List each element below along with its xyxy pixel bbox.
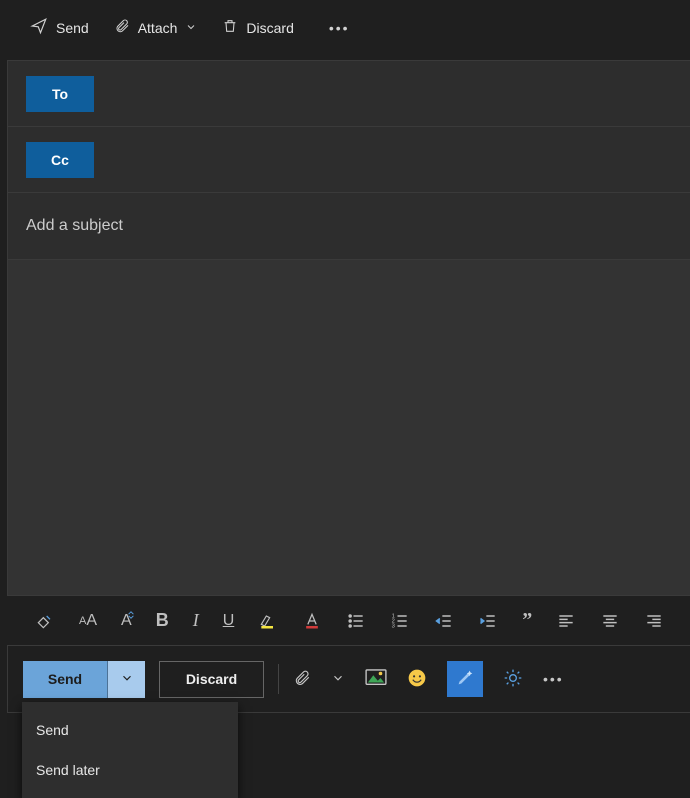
font-style-case-button[interactable]: A [121,612,132,630]
attach-button-top[interactable]: Attach [114,17,198,38]
to-row[interactable]: To [8,61,690,127]
send-label: Send [48,671,82,687]
highlight-color-button[interactable] [258,611,278,631]
picture-icon [365,669,387,690]
format-painter-button[interactable] [35,611,55,631]
send-button-top[interactable]: Send [30,17,89,38]
send-icon [30,17,48,38]
more-actions-button[interactable]: ••• [543,671,564,687]
send-menu-item-send-later[interactable]: Send later [22,750,238,790]
send-label-top: Send [56,20,89,36]
send-menu-label: Send [36,722,69,738]
brightness-button[interactable] [503,668,523,691]
to-button[interactable]: To [26,76,94,112]
font-color-button[interactable] [302,611,322,631]
subject-input[interactable] [26,217,672,235]
send-button[interactable]: Send [23,661,107,698]
discard-label: Discard [186,671,237,687]
smiley-icon [407,668,427,691]
more-actions-top[interactable]: ••• [329,20,350,36]
cc-button[interactable]: Cc [26,142,94,178]
divider [278,664,279,694]
bold-button[interactable]: B [156,610,169,631]
send-later-menu-label: Send later [36,762,100,778]
align-right-button[interactable] [644,611,664,631]
svg-text:3: 3 [392,623,395,629]
align-left-button[interactable] [556,611,576,631]
to-label: To [52,86,68,102]
cc-row[interactable]: Cc [8,127,690,193]
discard-button-top[interactable]: Discard [222,17,293,38]
attach-options-button[interactable] [331,671,345,688]
top-toolbar: Send Attach Discard ••• [0,0,690,55]
numbering-button[interactable]: 1 2 3 [390,611,410,631]
attach-label-top: Attach [138,20,178,36]
chevron-down-icon [185,20,197,36]
more-icon: ••• [543,671,564,687]
subject-row [8,193,690,259]
message-body[interactable] [7,259,690,595]
italic-button[interactable]: I [193,610,199,631]
pen-sparkle-icon [454,667,476,692]
paperclip-icon [114,17,130,38]
editor-assist-button[interactable] [447,661,483,697]
send-split-button: Send [23,661,145,698]
bullets-button[interactable] [346,611,366,631]
send-dropdown-menu: Send Send later [22,702,238,798]
format-toolbar: AA A B I U 1 2 3 [7,595,690,645]
increase-indent-button[interactable] [478,611,498,631]
chevron-down-icon [331,671,345,688]
sun-icon [503,668,523,691]
align-center-button[interactable] [600,611,620,631]
decrease-indent-button[interactable] [434,611,454,631]
compose-header: To Cc [7,60,690,259]
paperclip-icon [293,668,311,691]
trash-icon [222,17,238,38]
send-menu-item-send[interactable]: Send [22,710,238,750]
more-icon: ••• [329,20,350,36]
send-options-button[interactable] [107,661,145,698]
quote-button[interactable]: ” [522,609,532,632]
chevron-down-icon [120,671,134,688]
underline-button[interactable]: U [223,612,235,630]
font-size-button[interactable]: AA [79,612,97,630]
discard-button[interactable]: Discard [159,661,264,698]
insert-image-button[interactable] [365,669,387,690]
emoji-button[interactable] [407,668,427,691]
cc-label: Cc [51,152,69,168]
discard-label-top: Discard [246,20,293,36]
attach-button[interactable] [293,668,311,691]
